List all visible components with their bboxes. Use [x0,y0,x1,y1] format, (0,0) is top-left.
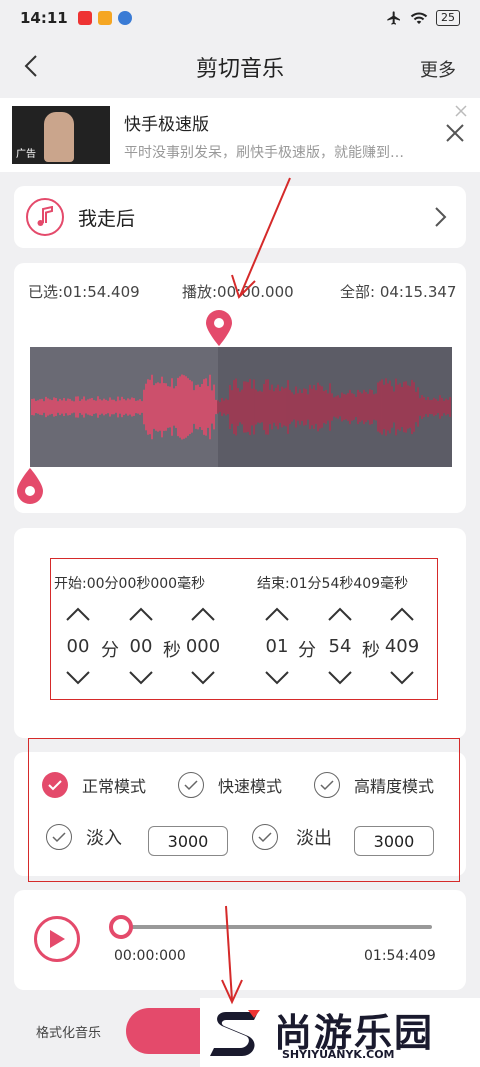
song-selector[interactable]: 我走后 [14,186,466,248]
start-ms-value[interactable]: 000 [178,636,228,657]
start-ms-up-icon[interactable] [190,606,216,622]
end-ms-down-icon[interactable] [389,670,415,686]
watermark: 尚游乐园 SHYIYUANYK.COM [200,998,480,1067]
end-min-value[interactable]: 01 [252,636,302,657]
ad-dismiss-small-icon[interactable] [454,104,468,118]
battery-icon: 25 [436,10,460,26]
page-title: 剪切音乐 [195,57,284,82]
end-ms-value[interactable]: 409 [377,636,427,657]
app-notification-icon [77,11,92,25]
ad-title: 快手极速版 [124,115,209,135]
status-time: 14:11 [20,9,68,27]
ad-tag: 广告 [16,149,36,160]
airplane-icon [387,11,400,25]
player-duration: 01:54:409 [364,948,436,964]
wifi-icon [410,12,428,24]
start-min-up-icon[interactable] [65,606,91,622]
format-music-button[interactable]: 格式化音乐 [36,1022,101,1041]
end-sec-value[interactable]: 54 [315,636,365,657]
watermark-logo-icon [210,1010,260,1056]
ad-banner[interactable]: 广告 快手极速版 平时没事别发呆，刷快手极速版，就能赚到… [0,98,480,172]
end-min-up-icon[interactable] [264,606,290,622]
end-sec-up-icon[interactable] [327,606,353,622]
start-min-down-icon[interactable] [65,670,91,686]
ad-thumbnail: 广告 [12,106,110,164]
start-sec-value[interactable]: 00 [116,636,166,657]
end-min-down-icon[interactable] [264,670,290,686]
more-button[interactable]: 更多 [420,56,456,82]
annotation-box-modes [28,738,460,882]
music-note-icon [26,198,64,236]
waveform-card: 已选:01:54.409 播放:00:00.000 全部: 04:15.347 [14,263,466,513]
ad-description: 平时没事别发呆，刷快手极速版，就能赚到… [124,145,404,161]
back-icon[interactable] [20,54,44,78]
start-min-value[interactable]: 00 [53,636,103,657]
status-bar: 14:11 25 [0,0,480,36]
play-icon [50,930,65,948]
start-ms-down-icon[interactable] [190,670,216,686]
end-min-unit: 分 [298,640,316,661]
player-card: 00:00:000 01:54:409 [14,890,466,990]
end-ms-up-icon[interactable] [389,606,415,622]
waveform-svg [31,374,451,440]
watermark-url: SHYIYUANYK.COM [282,1048,395,1061]
weibo-notification-icon [97,11,112,25]
selected-duration: 已选:01:54.409 [28,283,140,301]
total-duration: 全部: 04:15.347 [340,283,457,301]
start-cursor-line [28,347,30,467]
top-nav: 剪切音乐 更多 [0,36,480,98]
chevron-right-icon [435,207,447,227]
waveform-display[interactable] [30,347,452,467]
player-seek-thumb[interactable] [109,915,133,939]
start-sec-down-icon[interactable] [128,670,154,686]
player-current-time: 00:00:000 [114,948,186,964]
ad-close-icon[interactable] [444,122,466,144]
play-position: 播放:00:00.000 [182,283,294,301]
status-right: 25 [386,10,460,26]
start-sec-up-icon[interactable] [128,606,154,622]
start-handle-pin-icon[interactable] [15,467,45,505]
player-seekbar[interactable] [120,925,432,929]
end-sec-down-icon[interactable] [327,670,353,686]
app-notification-icon-2 [117,11,132,25]
start-time-label: 开始:00分00秒000毫秒 [54,576,206,592]
end-time-label: 结束:01分54秒409毫秒 [257,576,409,592]
song-name: 我走后 [78,207,136,230]
play-button[interactable] [34,916,80,962]
ad-thumbnail-figure [44,112,74,162]
trim-time-card: 开始:00分00秒000毫秒 结束:01分54秒409毫秒 00 分 00 秒 … [14,528,466,738]
playhead-pin-icon[interactable] [204,309,234,347]
